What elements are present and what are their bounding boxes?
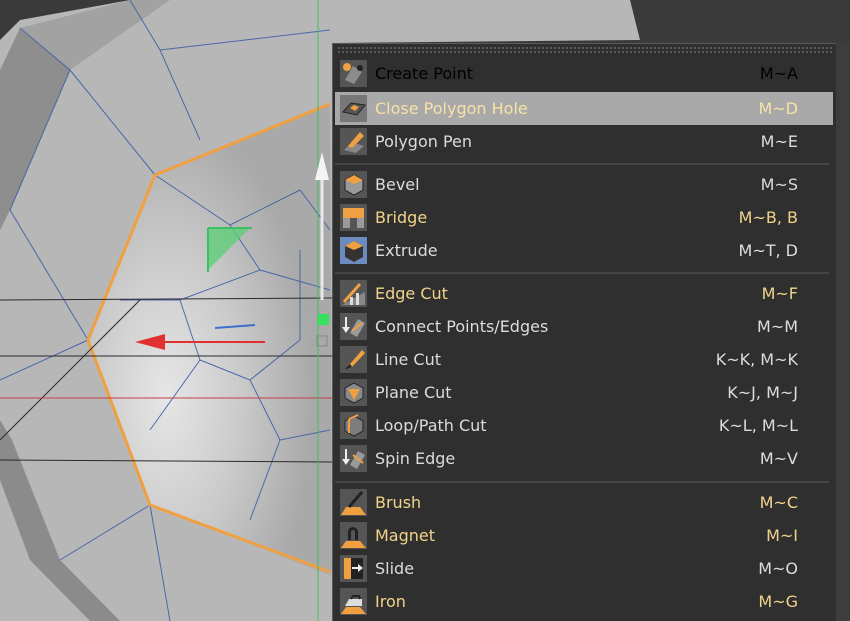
mesh-tools-popup-menu: Create Point M~A Close Polygon Hole M~D … <box>332 43 836 621</box>
edge-cut-icon <box>340 280 367 307</box>
menu-item-close-polygon-hole[interactable]: Close Polygon Hole M~D <box>335 92 833 125</box>
menu-item-shortcut: M~I <box>766 526 798 545</box>
menu-drag-handle[interactable] <box>337 46 832 55</box>
menu-item-shortcut: M~M <box>756 317 798 336</box>
menu-item-loop-path-cut[interactable]: Loop/Path Cut K~L, M~L <box>335 409 833 442</box>
polygon-pen-icon <box>340 128 367 155</box>
menu-item-shortcut: M~G <box>758 592 798 611</box>
menu-item-shortcut: K~L, M~L <box>718 416 798 435</box>
menu-item-bridge[interactable]: Bridge M~B, B <box>335 201 833 234</box>
menu-item-create-point[interactable]: Create Point M~A <box>335 57 833 90</box>
menu-item-spin-edge[interactable]: Spin Edge M~V <box>335 442 833 475</box>
viewport-edge <box>836 43 850 621</box>
menu-item-label: Bridge <box>375 208 428 227</box>
menu-item-shortcut: M~B, B <box>738 208 798 227</box>
menu-item-shortcut: K~K, M~K <box>715 350 798 369</box>
loop-path-cut-icon <box>340 412 367 439</box>
extrude-icon <box>340 237 367 264</box>
menu-item-shortcut: M~F <box>761 284 798 303</box>
spin-edge-icon <box>340 445 367 472</box>
menu-item-label: Loop/Path Cut <box>375 416 487 435</box>
connect-points-edges-icon <box>340 313 367 340</box>
menu-item-shortcut: K~J, M~J <box>727 383 798 402</box>
menu-item-bevel[interactable]: Bevel M~S <box>335 168 833 201</box>
menu-item-label: Spin Edge <box>375 449 456 468</box>
menu-item-shortcut: M~E <box>760 132 798 151</box>
menu-item-shortcut: M~S <box>760 175 798 194</box>
menu-item-brush[interactable]: Brush M~C <box>335 486 833 519</box>
menu-item-label: Polygon Pen <box>375 132 473 151</box>
menu-item-label: Line Cut <box>375 350 442 369</box>
menu-item-label: Slide <box>375 559 415 578</box>
menu-item-extrude[interactable]: Extrude M~T, D <box>335 234 833 267</box>
menu-item-iron[interactable]: Iron M~G <box>335 585 833 618</box>
menu-item-slide[interactable]: Slide M~O <box>335 552 833 585</box>
plane-cut-icon <box>340 379 367 406</box>
menu-separator <box>335 481 829 483</box>
menu-separator <box>335 163 829 165</box>
iron-icon <box>340 588 367 615</box>
menu-item-shortcut: M~V <box>759 449 798 468</box>
close-polygon-hole-icon <box>340 95 367 122</box>
menu-item-shortcut: M~A <box>759 64 798 83</box>
menu-item-label: Connect Points/Edges <box>375 317 549 336</box>
create-point-icon <box>340 60 367 87</box>
line-cut-icon <box>340 346 367 373</box>
menu-item-label: Brush <box>375 493 422 512</box>
menu-item-label: Bevel <box>375 175 420 194</box>
menu-item-connect-points-edges[interactable]: Connect Points/Edges M~M <box>335 310 833 343</box>
menu-item-plane-cut[interactable]: Plane Cut K~J, M~J <box>335 376 833 409</box>
brush-icon <box>340 489 367 516</box>
menu-item-shortcut: M~D <box>758 99 798 118</box>
menu-item-label: Extrude <box>375 241 438 260</box>
menu-item-shortcut: M~O <box>758 559 798 578</box>
menu-item-polygon-pen[interactable]: Polygon Pen M~E <box>335 125 833 158</box>
menu-item-label: Close Polygon Hole <box>375 99 528 118</box>
slide-icon <box>340 555 367 582</box>
menu-item-line-cut[interactable]: Line Cut K~K, M~K <box>335 343 833 376</box>
menu-item-label: Create Point <box>375 64 473 83</box>
magnet-icon <box>340 522 367 549</box>
menu-item-label: Magnet <box>375 526 436 545</box>
menu-item-magnet[interactable]: Magnet M~I <box>335 519 833 552</box>
menu-item-shortcut: M~C <box>759 493 798 512</box>
menu-item-edge-cut[interactable]: Edge Cut M~F <box>335 277 833 310</box>
menu-item-label: Edge Cut <box>375 284 448 303</box>
menu-item-label: Iron <box>375 592 406 611</box>
menu-item-label: Plane Cut <box>375 383 452 402</box>
bridge-icon <box>340 204 367 231</box>
bevel-icon <box>340 171 367 198</box>
menu-item-shortcut: M~T, D <box>738 241 798 260</box>
menu-separator <box>335 272 829 274</box>
